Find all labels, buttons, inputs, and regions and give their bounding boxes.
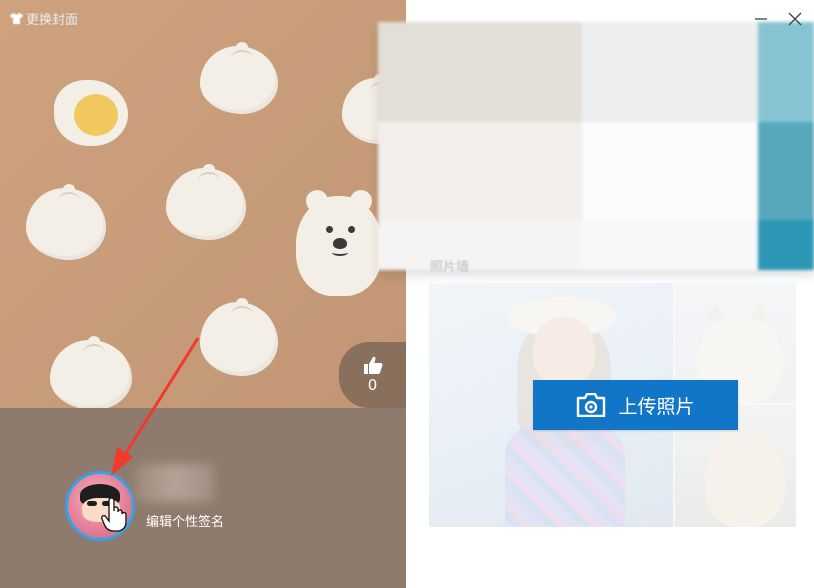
hand-cursor-icon bbox=[101, 498, 127, 532]
minimize-button[interactable] bbox=[752, 10, 770, 28]
edit-signature-link[interactable]: 编辑个性签名 bbox=[146, 511, 224, 530]
change-cover-label: 更换封面 bbox=[26, 13, 79, 28]
minimize-icon bbox=[755, 18, 767, 20]
change-cover-button[interactable]: 更换封面 bbox=[10, 9, 78, 28]
profile-cover-panel: 更换封面 0 编辑个性签名 bbox=[0, 0, 406, 588]
upload-photo-button[interactable]: 上传照片 bbox=[533, 380, 738, 430]
close-icon bbox=[788, 12, 802, 26]
bear-decoration bbox=[296, 190, 382, 296]
dumpling-decoration bbox=[26, 184, 106, 260]
photo-wall: 上传照片 bbox=[429, 283, 796, 527]
cover-image[interactable]: 更换封面 0 bbox=[0, 0, 406, 408]
nickname-redacted bbox=[136, 464, 214, 502]
shirt-icon bbox=[10, 13, 23, 24]
dumpling-decoration bbox=[50, 336, 132, 408]
close-button[interactable] bbox=[786, 10, 804, 28]
dumpling-decoration bbox=[200, 298, 278, 376]
camera-icon bbox=[577, 393, 606, 417]
upload-panel: 照片墙 上传照片 bbox=[378, 0, 814, 588]
dumpling-decoration bbox=[200, 42, 278, 114]
upload-photo-label: 上传照片 bbox=[618, 396, 695, 418]
window-controls bbox=[752, 10, 804, 28]
blurred-overlay bbox=[378, 22, 814, 270]
dumpling-decoration bbox=[166, 164, 246, 240]
thumbs-up-icon bbox=[363, 356, 383, 374]
like-count: 0 bbox=[367, 376, 378, 394]
profile-info-area: 编辑个性签名 bbox=[0, 408, 406, 588]
egg-decoration bbox=[54, 80, 128, 146]
photo-wall-label: 照片墙 bbox=[430, 260, 470, 275]
like-button[interactable]: 0 bbox=[339, 342, 406, 408]
